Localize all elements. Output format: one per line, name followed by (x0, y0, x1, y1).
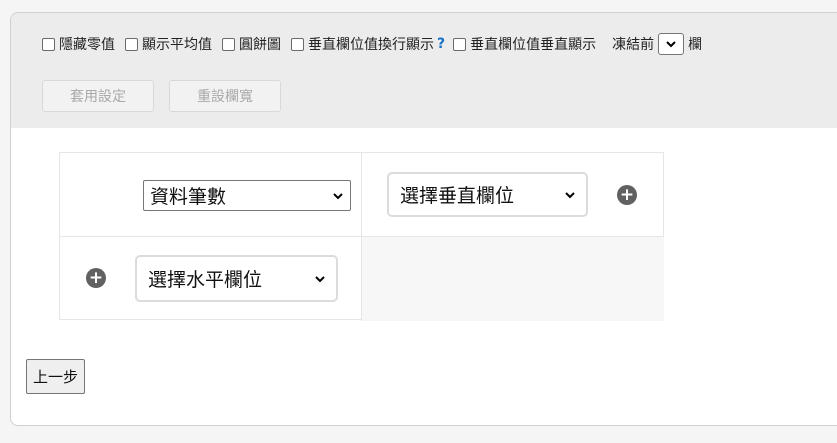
freeze-suffix: 欄 (688, 37, 703, 53)
add-vertical-field-icon[interactable]: + (617, 185, 637, 205)
option-vertical-wrap[interactable]: 垂直欄位值換行顯示 ? (291, 34, 447, 54)
freeze-prefix: 凍結前 (612, 37, 655, 53)
chevron-down-icon (333, 192, 343, 199)
reset-width-button[interactable]: 重設欄寬 (169, 80, 281, 112)
chevron-down-icon (565, 191, 575, 198)
show-average-label: 顯示平均值 (142, 37, 212, 53)
pie-chart-label: 圓餅圖 (239, 37, 281, 53)
vertical-wrap-checkbox[interactable] (291, 37, 304, 51)
back-button[interactable]: 上一步 (26, 359, 86, 394)
show-average-checkbox[interactable] (125, 37, 138, 51)
chevron-down-icon (666, 41, 676, 48)
option-hide-zero[interactable]: 隱藏零值 (42, 34, 115, 54)
vertical-display-label: 垂直欄位值垂直顯示 (470, 37, 597, 53)
freeze-count-select[interactable] (658, 33, 685, 55)
hide-zero-label: 隱藏零值 (59, 37, 115, 53)
horizontal-field-text: 選擇水平欄位 (148, 269, 263, 291)
pivot-settings-panel: 隱藏零值 顯示平均值 圓餅圖 垂直欄位值換行顯示 ? 垂直欄位值垂直顯示 凍結前 (10, 12, 837, 426)
option-show-average[interactable]: 顯示平均值 (125, 34, 212, 54)
options-toolbar: 隱藏零值 顯示平均值 圓餅圖 垂直欄位值換行顯示 ? 垂直欄位值垂直顯示 凍結前 (11, 13, 837, 128)
pivot-grid: 資料筆數 選擇垂直欄位 + + 選擇水平欄位 (59, 152, 664, 321)
vertical-field-select[interactable]: 選擇垂直欄位 (387, 172, 588, 217)
pie-chart-checkbox[interactable] (222, 37, 235, 51)
vertical-field-cell: 選擇垂直欄位 + (362, 153, 664, 237)
vertical-field-text: 選擇垂直欄位 (400, 185, 515, 207)
value-field-text: 資料筆數 (150, 186, 227, 208)
options-row: 隱藏零值 顯示平均值 圓餅圖 垂直欄位值換行顯示 ? 垂直欄位值垂直顯示 凍結前 (42, 33, 702, 55)
chevron-down-icon (315, 275, 325, 282)
add-horizontal-field-icon[interactable]: + (86, 268, 106, 288)
vertical-wrap-label: 垂直欄位值換行顯示 (308, 37, 434, 53)
help-icon[interactable]: ? (437, 36, 445, 52)
horizontal-field-cell: + 選擇水平欄位 (60, 237, 362, 321)
option-pie-chart[interactable]: 圓餅圖 (222, 34, 281, 54)
data-cell (362, 237, 664, 321)
hide-zero-checkbox[interactable] (42, 37, 55, 51)
horizontal-field-select[interactable]: 選擇水平欄位 (135, 255, 338, 302)
option-vertical-display[interactable]: 垂直欄位值垂直顯示 (453, 34, 596, 54)
vertical-display-checkbox[interactable] (453, 37, 467, 51)
toolbar-buttons: 套用設定 重設欄寬 (42, 80, 296, 112)
freeze-columns: 凍結前 欄 (612, 33, 702, 55)
apply-settings-button[interactable]: 套用設定 (42, 80, 154, 112)
value-field-select[interactable]: 資料筆數 (143, 180, 351, 211)
value-field-cell: 資料筆數 (60, 153, 362, 237)
